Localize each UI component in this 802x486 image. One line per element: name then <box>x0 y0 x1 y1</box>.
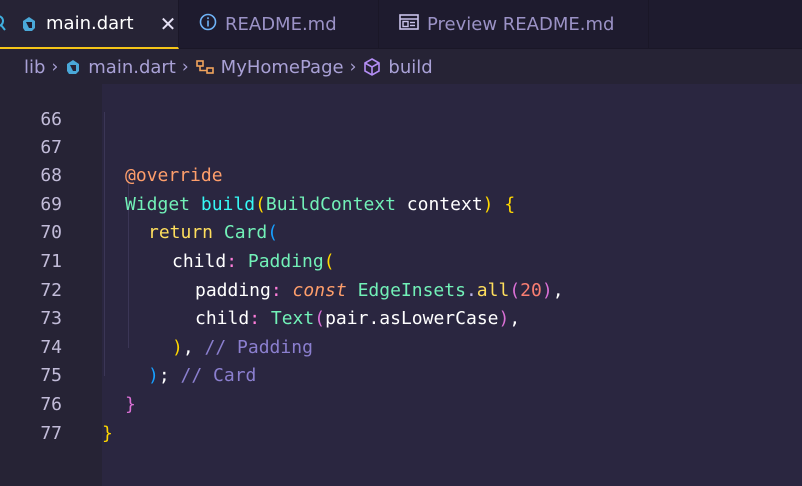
breadcrumb-item-build[interactable]: build <box>388 57 432 78</box>
method-cube-icon <box>362 57 382 77</box>
chevron-right-icon: › <box>181 57 189 77</box>
code-line: 75 } <box>0 334 802 415</box>
tab-label: main.dart <box>46 13 134 34</box>
dart-icon <box>20 15 38 33</box>
dart-icon <box>64 58 82 76</box>
preview-icon <box>399 13 419 36</box>
code-line: 71 padding: const EdgeInsets.all(20), <box>0 219 802 301</box>
chevron-right-icon: › <box>349 57 357 77</box>
code-line: 76 } <box>0 362 802 444</box>
code-line: 66 <box>0 77 802 130</box>
tab-main-dart[interactable]: main.dart ✕ <box>0 0 179 49</box>
code-line: 72 child: Text(pair.asLowerCase), <box>0 248 802 330</box>
tab-label: README.md <box>225 14 337 35</box>
line-number: 77 <box>40 422 62 444</box>
code-line: 69 return Card( <box>0 162 802 244</box>
tab-bar: main.dart ✕ README.md Preview README.md <box>0 0 802 49</box>
breadcrumb-item-lib[interactable]: lib <box>24 57 45 78</box>
code-line: 70 child: Padding( <box>0 191 802 272</box>
code-line: 68 Widget build(BuildContext context) { <box>0 134 802 215</box>
code-line: 67 @override <box>0 105 802 187</box>
tab-readme[interactable]: README.md <box>179 0 379 49</box>
class-icon <box>195 58 215 76</box>
close-icon[interactable]: ✕ <box>160 12 177 36</box>
breadcrumb-item-main-dart[interactable]: main.dart <box>88 57 176 78</box>
tab-label: Preview README.md <box>427 14 615 35</box>
search-icon <box>0 14 6 37</box>
breadcrumb-item-myhomepage[interactable]: MyHomePage <box>221 57 344 78</box>
code-line: 73 ), // Padding <box>0 277 802 358</box>
code-line: 74 ); // Card <box>0 305 802 387</box>
tab-preview-readme[interactable]: Preview README.md <box>379 0 649 49</box>
code-editor[interactable]: 66 67 @override 68 Widget build(BuildCon… <box>0 84 802 486</box>
chevron-right-icon: › <box>51 57 59 77</box>
code-line: 77 <box>0 391 802 444</box>
info-icon <box>199 13 217 36</box>
